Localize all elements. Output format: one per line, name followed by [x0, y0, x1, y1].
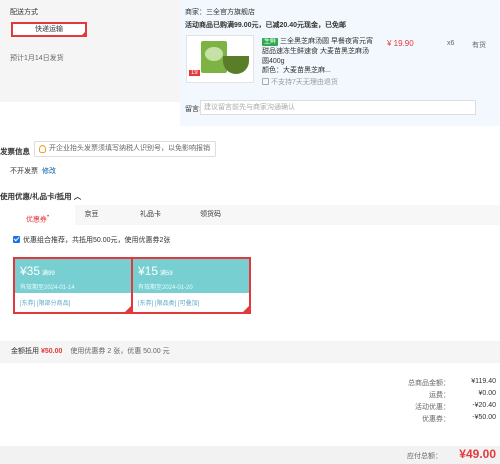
coupon-panel: 优惠组合推荐，共抵用50.00元，使用优惠券2张 ¥35 满99 有效期至2024… [0, 225, 500, 337]
coupon-scope: [东券] [限部分商品] [20, 301, 71, 307]
return-policy: 不支持7天无理由退货 [262, 77, 338, 87]
coupon-validity: 有效期至2024-01-20 [138, 285, 193, 291]
payable-amount: ¥49.00 [459, 447, 496, 461]
fresh-tag: 生鲜 [262, 38, 279, 46]
discount-note: 使用优惠券 2 张，优惠 50.00 元 [70, 348, 170, 355]
combo-text: 优惠组合推荐，共抵用50.00元，使用优惠券2张 [23, 237, 171, 244]
total-row-goods: 总商品金额： ¥119.40 [386, 378, 496, 390]
merchant-panel: 商家：三全官方旗舰店 活动商品已购满99.00元，已减20.40元现金，已免邮 … [180, 0, 500, 126]
combo-recommend[interactable]: 优惠组合推荐，共抵用50.00元，使用优惠券2张 [13, 235, 170, 245]
shop-name: 商家：三全官方旗舰店 [185, 9, 255, 16]
image-price-tag: 19 [189, 70, 200, 76]
discount-summary: 金额抵用 ¥50.00 使用优惠券 2 张，优惠 50.00 元 [0, 341, 500, 363]
total-key: 总商品金额： [408, 380, 450, 387]
remark-label: 留言: [185, 106, 201, 113]
chevron-up-icon: ︿ [73, 192, 82, 201]
return-icon [262, 78, 269, 85]
stock-status: 有货 [472, 42, 486, 49]
lightbulb-icon [39, 145, 46, 153]
selected-corner-icon [242, 305, 250, 313]
coupon-validity: 有效期至2024-01-14 [20, 285, 75, 291]
total-row-freight: 运费： ¥0.00 [386, 390, 496, 402]
shipping-panel: 配送方式 快递运输 预计1月14日发货 [0, 0, 180, 102]
invoice-modify-link[interactable]: 修改 [42, 168, 56, 175]
product-title-block[interactable]: 生鲜 三全黑芝麻汤圆 早餐夜宵元宵甜品速冻生鲜速食 大麦苗黑芝麻汤圆400g [262, 37, 374, 67]
checkbox-checked-icon[interactable] [13, 236, 20, 243]
invoice-tip: 开企业抬头发票须填写纳税人识别号，以免影响报销 [34, 141, 216, 157]
return-policy-text: 不支持7天无理由退货 [271, 79, 338, 86]
invoice-value-row: 不开发票 修改 [10, 166, 56, 176]
product-quantity: x6 [447, 40, 455, 47]
total-key: 活动优惠： [415, 404, 450, 411]
express-delivery-button[interactable]: 快递运输 [11, 22, 87, 37]
coupon-card[interactable]: ¥15 满59 有效期至2024-01-20 [东券] [限品类] [可叠加] [131, 257, 251, 314]
discount-amount: ¥50.00 [41, 348, 63, 355]
product-price: ¥ 19.90 [387, 39, 414, 48]
coupon-amount: ¥15 [138, 264, 159, 278]
remark-input[interactable]: 建议留言前先与商家沟通确认 [200, 100, 476, 115]
totals-list: 总商品金额： ¥119.40 运费： ¥0.00 活动优惠： -¥20.40 优… [386, 378, 496, 426]
coupon-card[interactable]: ¥35 满99 有效期至2024-01-14 [东券] [限部分商品] [13, 257, 133, 314]
payable-label: 应付总额： [407, 453, 442, 460]
shipping-label: 配送方式 [10, 9, 38, 16]
total-value: -¥20.40 [472, 402, 496, 409]
coupon-limit: 满59 [160, 271, 173, 277]
delivery-date: 预计1月14日发货 [10, 55, 64, 62]
promo-text: 活动商品已购满99.00元，已减20.40元现金，已免邮 [185, 22, 347, 29]
coupon-section-title[interactable]: 使用优惠/礼品卡/抵用 ︿ [0, 191, 81, 202]
invoice-title: 发票信息 [0, 147, 30, 156]
product-title[interactable]: 三全黑芝麻汤圆 早餐夜宵元宵甜品速冻生鲜速食 大麦苗黑芝麻汤圆400g [262, 38, 373, 65]
total-key: 优惠券： [422, 416, 450, 423]
tab-redeem-code[interactable]: 领货码 [173, 205, 248, 225]
invoice-value: 不开发票 [10, 168, 38, 175]
payable-bar: 应付总额： ¥49.00 [0, 446, 500, 464]
total-row-coupon: 优惠券： -¥50.00 [386, 414, 496, 426]
total-key: 运费： [429, 392, 450, 399]
total-value: -¥50.00 [472, 414, 496, 421]
product-image[interactable]: 19 [186, 35, 254, 83]
selected-corner-icon [80, 30, 87, 37]
total-value: ¥0.00 [478, 390, 496, 397]
discount-label: 金额抵用 [11, 348, 39, 355]
coupon-limit: 满99 [42, 271, 55, 277]
coupon-tabs: 优惠券• 京豆 礼品卡 领货码 [0, 205, 500, 225]
coupon-amount: ¥35 [20, 264, 41, 278]
coupon-scope: [东券] [限品类] [可叠加] [138, 301, 200, 307]
total-row-activity: 活动优惠： -¥20.40 [386, 402, 496, 414]
invoice-tip-text: 开企业抬头发票须填写纳税人识别号，以免影响报销 [49, 145, 210, 152]
tab-badge: • [46, 214, 50, 220]
total-value: ¥119.40 [471, 378, 496, 385]
express-delivery-label: 快递运输 [35, 26, 63, 33]
product-attribute: 颜色：大麦苗黑芝麻... [262, 67, 331, 74]
